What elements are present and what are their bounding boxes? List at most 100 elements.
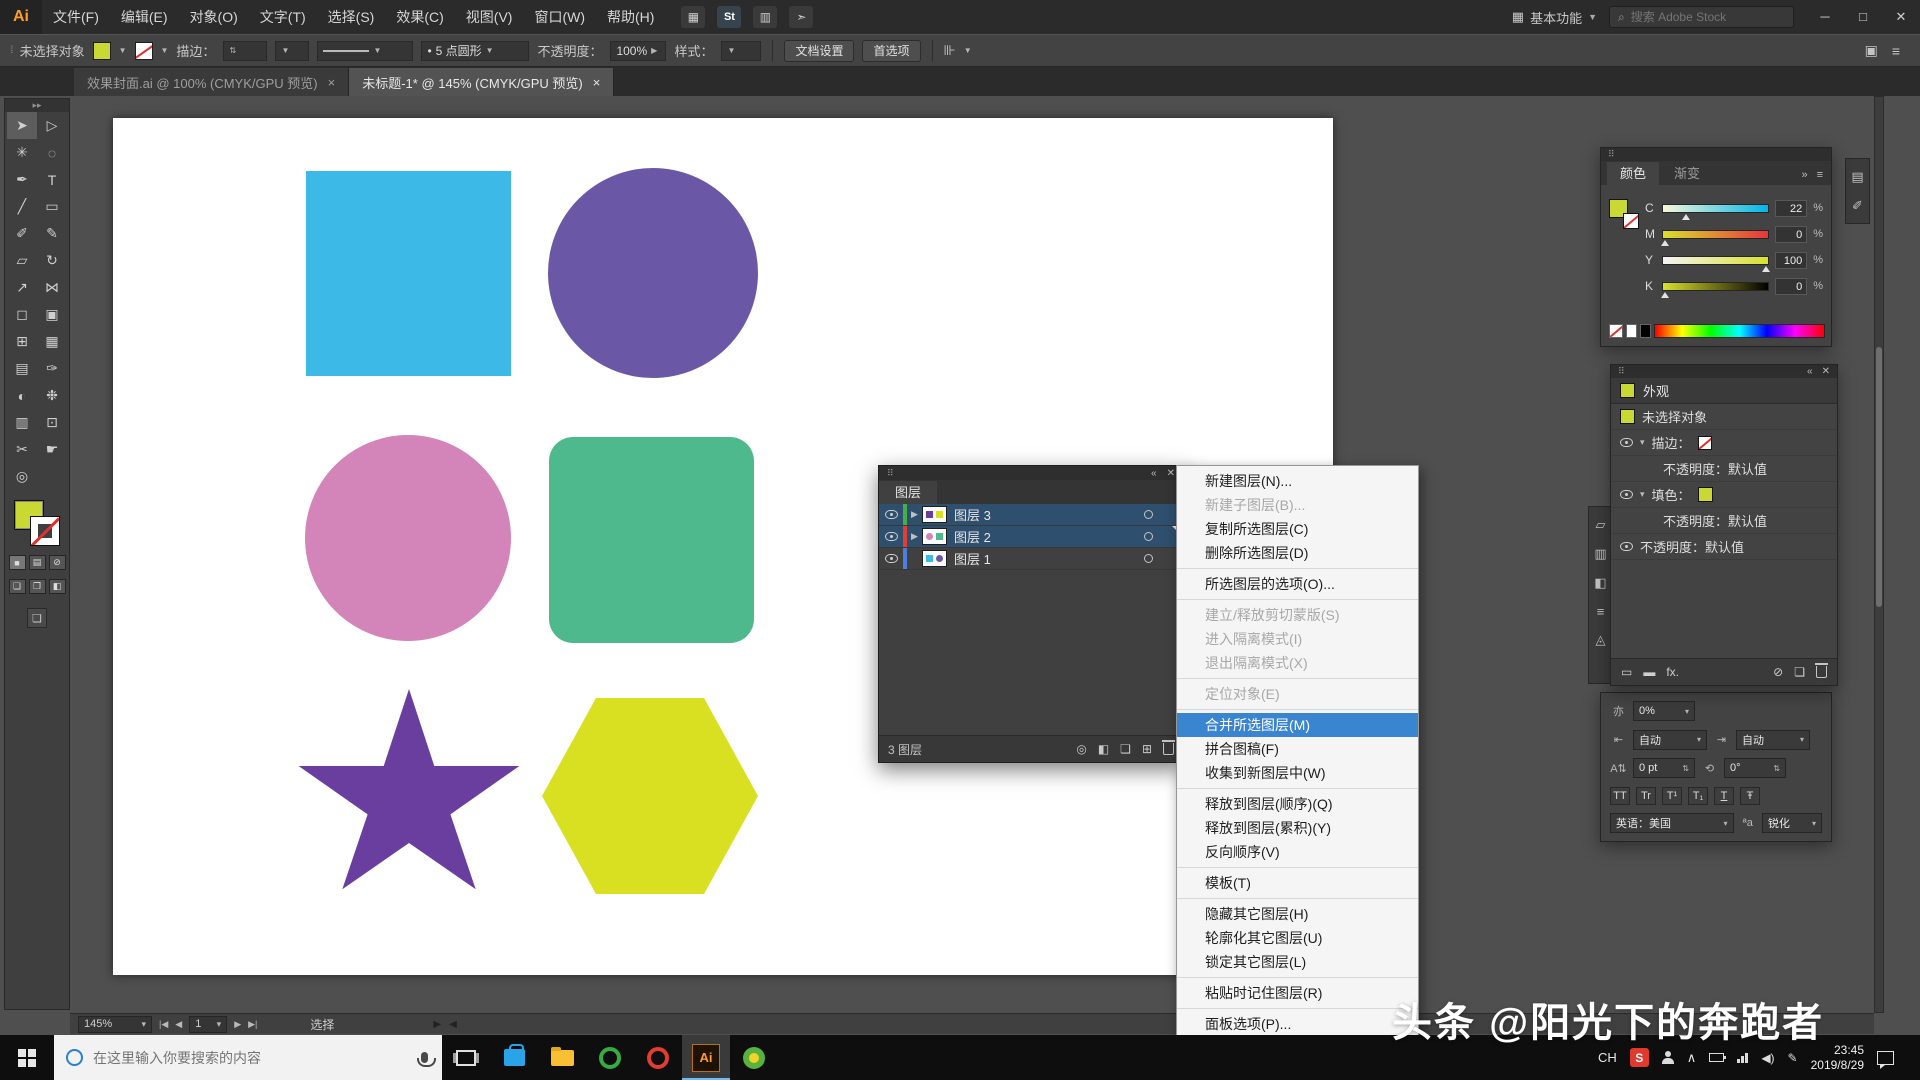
tool-type[interactable]: T — [37, 166, 67, 193]
taskbar-app-illustrator[interactable]: Ai — [682, 1035, 730, 1080]
menu-item-delete-selected-layers[interactable]: 删除所选图层(D) — [1177, 541, 1418, 565]
add-fill-icon[interactable]: ▬ — [1643, 665, 1655, 679]
menu-item-release-to-layers-sequence[interactable]: 释放到图层(顺序)(Q) — [1177, 792, 1418, 816]
add-effect-icon[interactable]: fx. — [1666, 665, 1679, 679]
menu-view[interactable]: 视图(V) — [455, 0, 524, 34]
appearance-row-fill-opacity[interactable]: 不透明度：默认值 — [1611, 508, 1837, 534]
layer-row-2[interactable]: ▶ 图层 2 — [879, 526, 1183, 548]
appearance-panel-titlebar[interactable]: ⠿ « ✕ — [1611, 365, 1837, 378]
yellow-value-input[interactable]: 100 — [1775, 252, 1808, 269]
arrange-documents-icon[interactable]: ▣ — [1865, 42, 1878, 59]
tool-scale[interactable]: ↗ — [7, 274, 37, 301]
touch-workspace-icon[interactable]: ▦ — [681, 6, 705, 28]
make-clipping-mask-icon[interactable]: ◧ — [1098, 742, 1109, 756]
close-icon[interactable]: × — [593, 75, 601, 90]
tool-pen[interactable]: ✒ — [7, 166, 37, 193]
stroke-weight-stepper[interactable]: ⇅ — [223, 41, 267, 61]
chevron-down-icon[interactable]: ▼ — [964, 46, 972, 55]
locate-object-icon[interactable]: ◎ — [1076, 742, 1086, 756]
visibility-eye-icon[interactable] — [1620, 490, 1633, 499]
close-icon[interactable]: ✕ — [1822, 366, 1830, 377]
layer-thumbnail[interactable] — [922, 550, 947, 567]
people-icon[interactable] — [1662, 1051, 1674, 1064]
collapse-panel-icon[interactable]: « — [1807, 366, 1813, 377]
tab-color[interactable]: 颜色 — [1607, 162, 1659, 185]
magenta-value-input[interactable]: 0 — [1775, 226, 1808, 243]
zoom-level-dropdown[interactable]: 145% ▾ — [78, 1016, 152, 1033]
menu-item-collect-in-new-layer[interactable]: 收集到新图层中(W) — [1177, 761, 1418, 785]
tool-paintbrush[interactable]: ✐ — [7, 220, 37, 247]
tool-line-segment[interactable]: ╱ — [7, 193, 37, 220]
first-artboard-button[interactable]: |◀ — [159, 1019, 168, 1030]
collapsed-symbols-panel-icon[interactable]: ◬ — [1596, 632, 1606, 648]
target-circle-icon[interactable] — [1144, 532, 1153, 541]
layer-thumbnail[interactable] — [922, 506, 947, 523]
gradient-button[interactable]: ▤ — [29, 555, 46, 570]
last-artboard-button[interactable]: ▶| — [248, 1019, 257, 1030]
document-tab-1[interactable]: 效果封面.ai @ 100% (CMYK/GPU 预览) × — [74, 68, 349, 96]
black-value-input[interactable]: 0 — [1775, 278, 1808, 295]
menu-file[interactable]: 文件(F) — [42, 0, 110, 34]
tab-gradient[interactable]: 渐变 — [1661, 162, 1713, 185]
screen-mode-button[interactable]: ◧ — [49, 579, 66, 594]
new-sublayer-icon[interactable]: ❏ — [1120, 742, 1131, 756]
tool-column-graph[interactable]: ▥ — [7, 409, 37, 436]
underline-button[interactable]: T — [1714, 787, 1734, 805]
workspace-switcher[interactable]: ▦ 基本功能 ▼ — [1512, 8, 1597, 27]
tool-blend[interactable]: ◐ — [7, 382, 37, 409]
black-slider[interactable] — [1662, 282, 1768, 291]
tool-hand[interactable]: ☛ — [37, 436, 67, 463]
language-dropdown[interactable]: 英语：美国 ▾ — [1610, 813, 1734, 833]
variable-width-profile-dropdown[interactable]: ▼ — [317, 41, 413, 61]
stock-search-box[interactable]: ⌕ — [1609, 6, 1794, 28]
appearance-row-no-selection[interactable]: 未选择对象 — [1611, 404, 1837, 430]
collapsed-panel-icon[interactable]: ❏ — [27, 608, 47, 628]
minimize-button[interactable]: ─ — [1806, 0, 1844, 34]
shape-purple-circle[interactable] — [548, 168, 758, 378]
new-layer-icon[interactable]: ⊞ — [1142, 742, 1152, 756]
appearance-row-global-opacity[interactable]: 不透明度：默认值 — [1611, 534, 1837, 560]
slider-handle[interactable] — [1661, 240, 1669, 246]
layer-row-3[interactable]: ▶ 图层 3 — [879, 504, 1183, 526]
layers-panel-titlebar[interactable]: ⠿ « ✕ — [879, 466, 1183, 480]
next-artboard-button[interactable]: ▶ — [234, 1019, 241, 1030]
menu-object[interactable]: 对象(O) — [179, 0, 249, 34]
collapsed-stroke-panel-icon[interactable]: ≡ — [1597, 604, 1605, 619]
document-setup-button[interactable]: 文档设置 — [784, 40, 854, 62]
visibility-eye-icon[interactable] — [879, 532, 903, 541]
adobe-stock-icon[interactable]: St — [717, 6, 741, 28]
target-circle-icon[interactable] — [1144, 510, 1153, 519]
proportional-spacing-dropdown[interactable]: 0% ▾ — [1633, 701, 1695, 721]
stroke-color-swatch[interactable] — [135, 42, 153, 60]
task-view-button[interactable] — [442, 1035, 490, 1080]
menu-window[interactable]: 窗口(W) — [523, 0, 596, 34]
appearance-row-stroke-opacity[interactable]: 不透明度：默认值 — [1611, 456, 1837, 482]
menu-item-outline-others[interactable]: 轮廓化其它图层(U) — [1177, 926, 1418, 950]
layers-tab[interactable]: 图层 — [879, 481, 937, 504]
tool-direct-selection[interactable]: ▷ — [37, 112, 67, 139]
add-stroke-icon[interactable]: ▭ — [1621, 665, 1632, 679]
menu-item-duplicate-selected-layers[interactable]: 复制所选图层(C) — [1177, 517, 1418, 541]
draw-normal-button[interactable]: ❏ — [9, 579, 26, 594]
tool-eraser[interactable]: ▱ — [7, 247, 37, 274]
taskbar-search-input[interactable] — [93, 1050, 411, 1066]
control-bar-menu-icon[interactable]: ≡ — [1892, 43, 1900, 59]
menu-select[interactable]: 选择(S) — [317, 0, 386, 34]
taskbar-app-browser-green[interactable] — [586, 1035, 634, 1080]
superscript-button[interactable]: T¹ — [1662, 787, 1682, 805]
stroke-weight-dropdown[interactable]: ▼ — [275, 41, 309, 61]
target-circle-icon[interactable] — [1144, 554, 1153, 563]
tray-expand-chevron-icon[interactable]: ∧ — [1687, 1050, 1697, 1066]
taskbar-search-box[interactable] — [54, 1035, 442, 1080]
tool-lasso[interactable]: ◌ — [37, 139, 67, 166]
stock-search-input[interactable] — [1631, 10, 1771, 24]
tool-selection[interactable]: ➤ — [7, 112, 37, 139]
collapsed-align-panel-icon[interactable]: ▥ — [1594, 546, 1606, 562]
none-button[interactable]: ⊘ — [49, 555, 66, 570]
white-swatch[interactable] — [1626, 324, 1637, 338]
menu-type[interactable]: 文字(T) — [249, 0, 317, 34]
scrollbar-thumb[interactable] — [1876, 347, 1882, 607]
panel-menu-icon[interactable]: ≡ — [1817, 169, 1823, 181]
slider-handle[interactable] — [1762, 266, 1770, 272]
close-icon[interactable]: ✕ — [1167, 468, 1175, 479]
